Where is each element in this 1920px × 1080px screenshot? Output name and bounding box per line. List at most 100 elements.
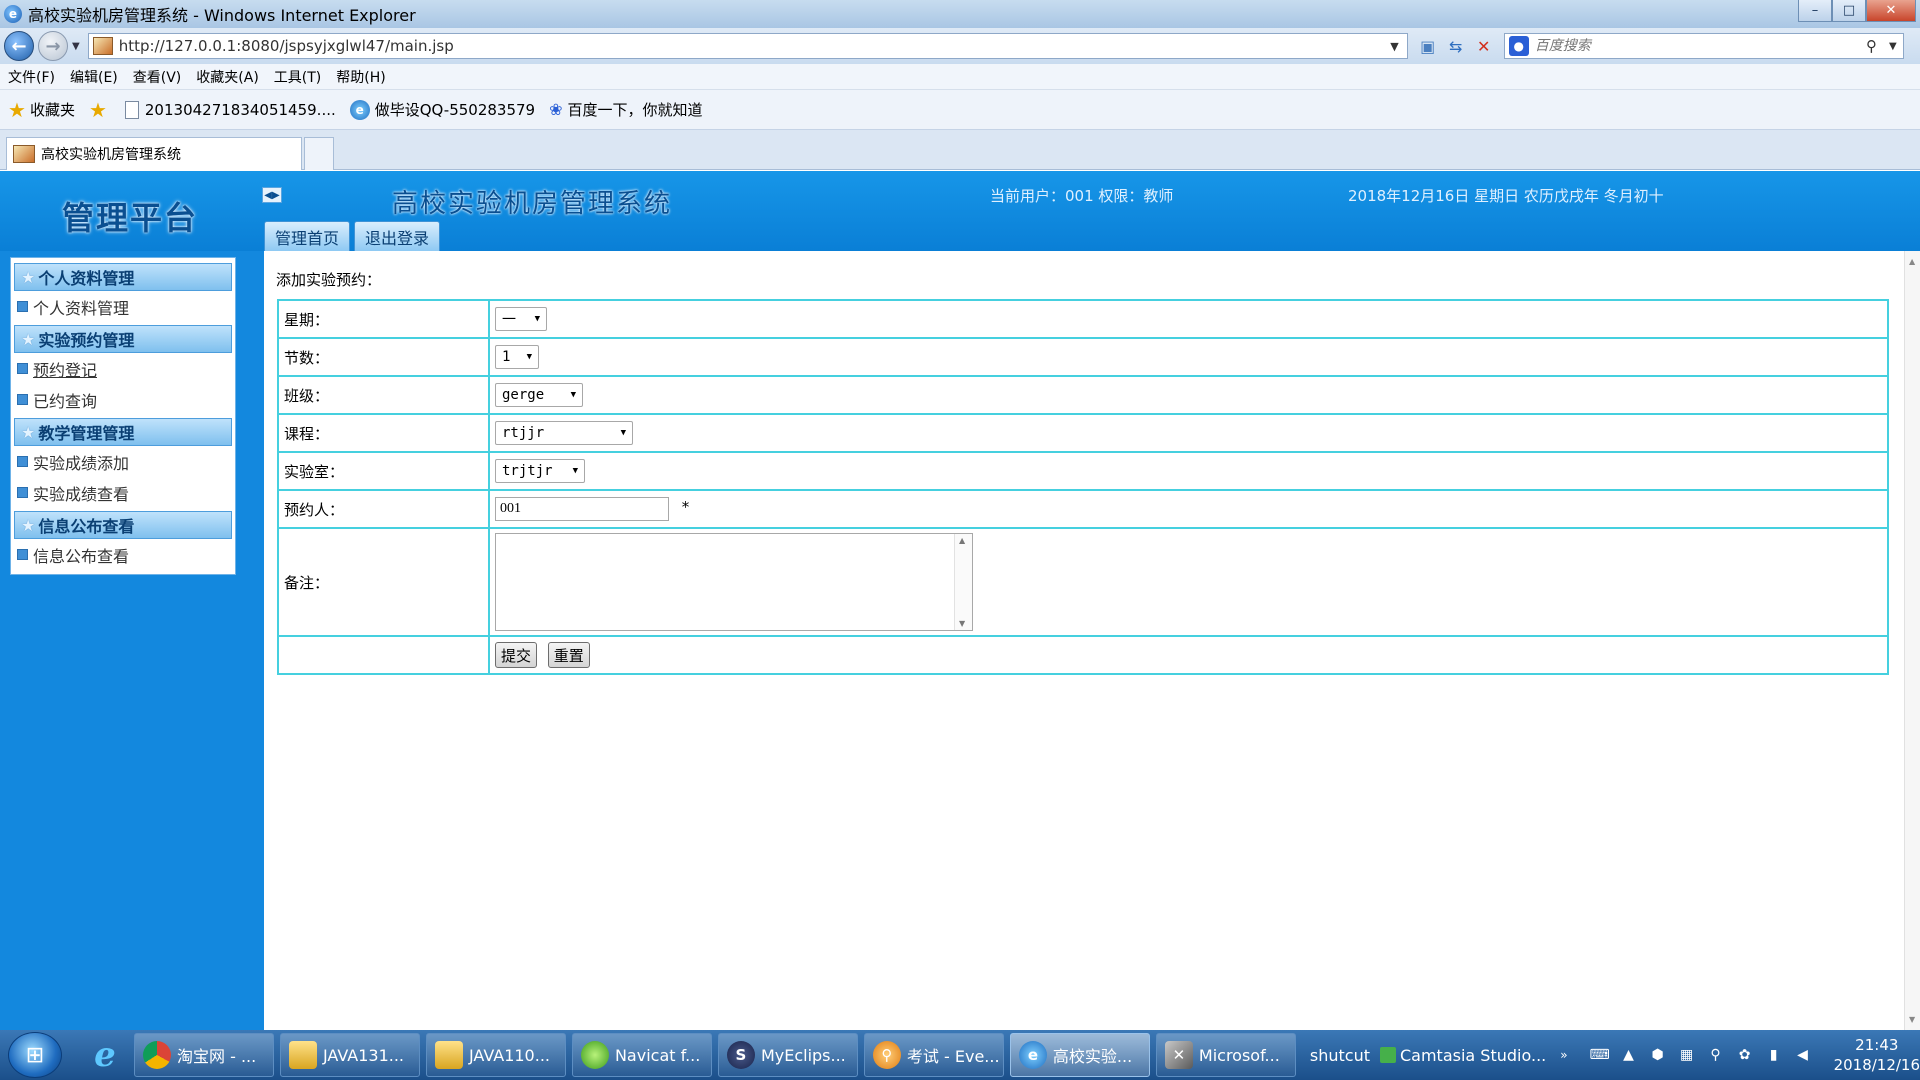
- url-field[interactable]: http://127.0.0.1:8080/jspsyjxglwl47/main…: [87, 33, 1408, 59]
- note-textarea[interactable]: ▲ ▼: [495, 533, 973, 631]
- scroll-up-icon[interactable]: ▲: [959, 536, 965, 545]
- back-button[interactable]: ←: [4, 31, 34, 61]
- taskbar-item-ie[interactable]: e 高校实验...: [1009, 1033, 1150, 1077]
- favorite-item[interactable]: 20130427183405​1459....: [124, 100, 336, 119]
- sidebar-item-score-view[interactable]: 实验成绩查看: [11, 477, 235, 508]
- close-button[interactable]: ✕: [1866, 0, 1916, 22]
- taskbar-item-myeclipse[interactable]: S MyEclips...: [717, 1033, 858, 1077]
- favorite-item-label: 百度一下，你就知道: [567, 101, 703, 119]
- favorite-item[interactable]: e 做毕设QQ-550283579: [349, 99, 536, 120]
- menu-file[interactable]: 文件(F): [8, 67, 55, 87]
- nav-home-button[interactable]: 管理首页: [264, 221, 351, 251]
- favorite-item-label: 20130427183405​1459....: [144, 100, 336, 119]
- history-dropdown-icon[interactable]: ▼: [72, 41, 80, 52]
- search-input[interactable]: [1534, 38, 1860, 54]
- class-select[interactable]: gerge ▼: [495, 383, 583, 407]
- reset-button[interactable]: 重置: [547, 642, 590, 668]
- form-cell: 1 ▼: [488, 337, 1889, 377]
- menu-help[interactable]: 帮助(H): [336, 67, 385, 87]
- submit-button[interactable]: 提交: [495, 642, 538, 668]
- eclipse-icon: S: [726, 1041, 755, 1069]
- taskbar-item-everything[interactable]: ⚲ 考试 - Eve...: [863, 1033, 1004, 1077]
- clock[interactable]: 21:43 2018/12/16: [1834, 1035, 1920, 1075]
- favorite-item[interactable]: ❀ 百度一下，你就知道: [549, 99, 702, 120]
- lab-select[interactable]: trjtjr ▼: [495, 459, 585, 483]
- window-titlebar: e 高校实验机房管理系统 - Windows Internet Explorer…: [0, 0, 1920, 28]
- page-scrollbar[interactable]: ▲ ▼: [1904, 251, 1920, 1030]
- flower-icon[interactable]: ✿: [1733, 1043, 1757, 1067]
- note-label: 备注：: [277, 527, 490, 637]
- lab-label: 实验室：: [277, 451, 490, 491]
- stop-icon[interactable]: ✕: [1470, 33, 1498, 59]
- top-nav: 管理首页 退出登录: [264, 221, 444, 251]
- search-icon[interactable]: ⚲: [1866, 37, 1877, 55]
- taskbar: ⊞ e 淘宝网 - ... JAVA131... JAVA110... Navi…: [0, 1030, 1920, 1080]
- sidebar-item-profile[interactable]: 个人资料管理: [11, 291, 235, 322]
- weekday-selected-value: 一: [502, 312, 516, 328]
- taskbar-item-folder[interactable]: JAVA110...: [425, 1033, 566, 1077]
- sidebar-group-profile[interactable]: ★ 个人资料管理: [14, 263, 232, 291]
- taskbar-item-microsoft[interactable]: ✕ Microsof...: [1155, 1033, 1296, 1077]
- menu-view[interactable]: 查看(V): [133, 67, 182, 87]
- toolbar-overflow-button[interactable]: »: [1560, 1048, 1567, 1062]
- course-label: 课程：: [277, 413, 490, 453]
- shutcut-toolbar[interactable]: shutcut: [1310, 1046, 1370, 1065]
- show-hidden-icons-icon[interactable]: ▲: [1617, 1043, 1641, 1067]
- taskbar-item-label: 考试 - Eve...: [906, 1047, 1000, 1066]
- weekday-select[interactable]: 一 ▼: [495, 307, 547, 331]
- section-select[interactable]: 1 ▼: [495, 345, 539, 369]
- sidebar-group-booking[interactable]: ★ 实验预约管理: [14, 325, 232, 353]
- ie-quicklaunch-icon[interactable]: e: [82, 1033, 128, 1077]
- bullet-icon: [17, 394, 28, 405]
- start-button[interactable]: ⊞: [8, 1032, 62, 1078]
- nav-logout-button[interactable]: 退出登录: [354, 221, 441, 251]
- sidebar-item-booking-register[interactable]: 预约登记: [11, 353, 235, 384]
- menu-favorites[interactable]: 收藏夹(A): [196, 67, 259, 87]
- dropdown-arrow-icon: ▼: [570, 390, 576, 400]
- taskbar-item-folder[interactable]: JAVA131...: [279, 1033, 420, 1077]
- security-icon[interactable]: ⬢: [1646, 1043, 1670, 1067]
- new-tab-button[interactable]: [304, 137, 334, 170]
- taskbar-item-chrome[interactable]: 淘宝网 - ...: [134, 1033, 274, 1077]
- camtasia-toolbar[interactable]: Camtasia Studio...: [1379, 1046, 1546, 1065]
- scroll-down-icon[interactable]: ▼: [1909, 1015, 1915, 1024]
- sidebar-group-notice[interactable]: ★ 信息公布查看: [14, 511, 232, 539]
- url-text[interactable]: http://127.0.0.1:8080/jspsyjxglwl47/main…: [119, 37, 1391, 55]
- scroll-down-icon[interactable]: ▼: [959, 619, 965, 628]
- battery-icon[interactable]: ▮: [1762, 1043, 1786, 1067]
- note-scrollbar[interactable]: ▲ ▼: [954, 534, 972, 630]
- forward-button[interactable]: →: [38, 31, 68, 61]
- minimize-button[interactable]: –: [1798, 0, 1832, 22]
- taskbar-item-label: JAVA131...: [322, 1045, 405, 1065]
- compatibility-view-icon[interactable]: ▣: [1414, 33, 1442, 59]
- baidu-icon: ●: [1508, 36, 1529, 56]
- sidebar-item-score-add[interactable]: 实验成绩添加: [11, 446, 235, 477]
- favorite-item-label: 做毕设QQ-550283579: [374, 101, 536, 119]
- tab-main[interactable]: 高校实验机房管理系统: [6, 137, 302, 170]
- network-icon[interactable]: ▦: [1675, 1043, 1699, 1067]
- sidebar-item-booking-query[interactable]: 已约查询: [11, 384, 235, 415]
- sidebar-item-notice-view[interactable]: 信息公布查看: [11, 539, 235, 570]
- scroll-up-icon[interactable]: ▲: [1909, 257, 1915, 266]
- menu-tools[interactable]: 工具(T): [274, 67, 321, 87]
- add-favorite-button[interactable]: ★: [89, 98, 111, 122]
- url-dropdown-icon[interactable]: ▼: [1390, 40, 1398, 53]
- refresh-icon[interactable]: ⇆: [1442, 33, 1470, 59]
- favorites-label: 收藏夹: [29, 101, 75, 119]
- keyboard-icon[interactable]: ⌨: [1588, 1043, 1612, 1067]
- course-select[interactable]: rtjjr ▼: [495, 421, 633, 445]
- booker-input[interactable]: [495, 497, 669, 521]
- taskbar-item-label: MyEclips...: [760, 1045, 846, 1065]
- volume-icon[interactable]: ◀: [1791, 1043, 1815, 1067]
- sidebar-group-teaching[interactable]: ★ 教学管理管理: [14, 418, 232, 446]
- menu-bar: 文件(F) 编辑(E) 查看(V) 收藏夹(A) 工具(T) 帮助(H): [0, 64, 1920, 90]
- page-header: 管理平台 ◀▶ 高校实验机房管理系统 当前用户：001 权限：教师 2018年1…: [0, 171, 1920, 251]
- menu-edit[interactable]: 编辑(E): [70, 67, 118, 87]
- favorites-button[interactable]: ★ 收藏夹: [8, 98, 75, 122]
- maximize-button[interactable]: □: [1832, 0, 1866, 22]
- taskbar-item-navicat[interactable]: Navicat f...: [571, 1033, 712, 1077]
- search-icon[interactable]: ⚲: [1704, 1043, 1728, 1067]
- collapse-sidebar-button[interactable]: ◀▶: [262, 187, 282, 203]
- chrome-icon: [143, 1041, 171, 1069]
- search-options-icon[interactable]: ▼: [1889, 41, 1897, 52]
